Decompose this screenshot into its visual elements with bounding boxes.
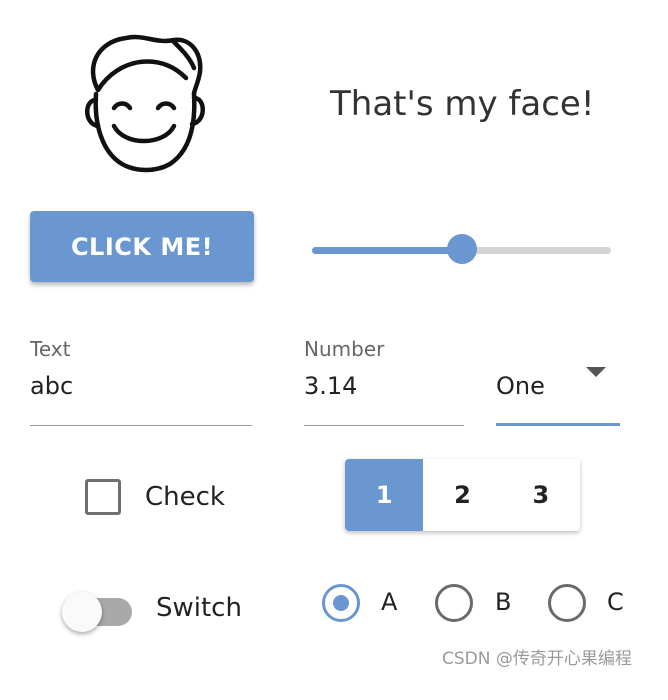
switch-label: Switch xyxy=(156,593,242,623)
smiling-face-icon xyxy=(85,34,205,173)
radio-b-label: B xyxy=(495,588,512,616)
segment-1[interactable]: 1 xyxy=(345,459,424,531)
number-field-label: Number xyxy=(304,337,385,361)
radio-c-label: C xyxy=(607,588,624,616)
switch-thumb[interactable] xyxy=(62,592,102,632)
radio-c[interactable] xyxy=(548,584,586,622)
radio-b[interactable] xyxy=(435,584,473,622)
text-field-label: Text xyxy=(30,337,71,361)
slider-fill xyxy=(312,247,462,254)
select-underline xyxy=(496,423,620,426)
segment-3[interactable]: 3 xyxy=(502,459,580,531)
text-field-input[interactable]: abc xyxy=(30,372,73,400)
chevron-down-icon[interactable] xyxy=(586,367,606,377)
segmented-control: 1 2 3 xyxy=(345,459,580,531)
segment-2[interactable]: 2 xyxy=(423,459,501,531)
watermark: CSDN @传奇开心果编程 xyxy=(442,649,632,669)
radio-a-label: A xyxy=(381,588,398,616)
number-field-underline xyxy=(304,425,464,426)
number-field-input[interactable]: 3.14 xyxy=(304,372,357,400)
select-value[interactable]: One xyxy=(496,372,545,400)
slider-thumb[interactable] xyxy=(447,234,477,264)
check-checkbox[interactable] xyxy=(85,479,121,515)
radio-a[interactable] xyxy=(322,584,360,622)
page-title: That's my face! xyxy=(330,84,595,124)
checkbox-label: Check xyxy=(145,482,225,512)
click-me-button[interactable]: CLICK ME! xyxy=(30,211,254,282)
text-field-underline xyxy=(30,425,252,426)
